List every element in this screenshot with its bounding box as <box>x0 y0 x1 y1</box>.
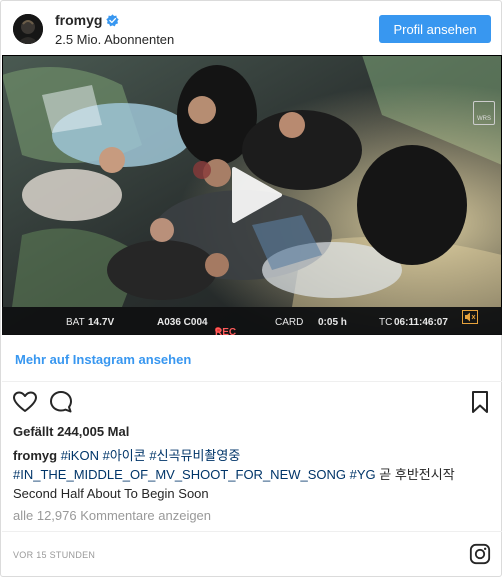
username[interactable]: fromyg <box>55 12 102 28</box>
avatar[interactable] <box>13 14 43 44</box>
camera-hud: BAT 14.7V A036 C004 REC CARD 0:05 h TC 0… <box>2 307 502 335</box>
post-video[interactable]: WRS BAT 14.7V A036 C004 REC CARD 0:05 h … <box>2 55 502 335</box>
hud-timecode: 06:11:46:07 <box>394 317 448 328</box>
caption-line-2: #IN_THE_MIDDLE_OF_MV_SHOOT_FOR_NEW_SONG … <box>13 465 491 484</box>
subscriber-count: 2.5 Mio. Abonnenten <box>55 32 175 47</box>
caption-korean-text: 곧 후반전시작 <box>379 467 455 482</box>
hud-card-label: CARD <box>275 317 304 328</box>
hashtag-link[interactable]: #YG <box>350 467 376 482</box>
view-profile-button[interactable]: Profil ansehen <box>379 15 491 43</box>
hud-bat-value: 14.7V <box>88 317 115 328</box>
play-icon[interactable] <box>222 163 286 227</box>
hashtag-link[interactable]: #신곡뮤비촬영중 <box>149 448 240 463</box>
instagram-embed-card: fromyg 2.5 Mio. Abonnenten Profil ansehe… <box>0 0 502 577</box>
speaker-muted-icon[interactable] <box>462 310 478 324</box>
post-timestamp[interactable]: VOR 15 STUNDEN <box>13 550 95 560</box>
bookmark-outline-icon[interactable] <box>467 389 493 415</box>
divider <box>2 381 502 382</box>
hud-clip: A036 C004 <box>157 317 208 328</box>
view-more-on-instagram-link[interactable]: Mehr auf Instagram ansehen <box>15 352 191 367</box>
hud-duration: 0:05 h <box>318 317 347 328</box>
hashtag-link[interactable]: #IN_THE_MIDDLE_OF_MV_SHOOT_FOR_NEW_SONG <box>13 467 346 482</box>
post-caption: fromyg #iKON #아이콘 #신곡뮤비촬영중 #IN_THE_MIDDL… <box>13 446 491 503</box>
post-header: fromyg 2.5 Mio. Abonnenten Profil ansehe… <box>1 1 501 55</box>
comment-bubble-icon[interactable] <box>48 389 74 415</box>
instagram-logo-icon[interactable] <box>469 543 491 565</box>
view-all-comments-link[interactable]: alle 12,976 Kommentare anzeigen <box>13 508 211 523</box>
wrs-indicator: WRS <box>473 101 495 125</box>
hud-tc-label: TC <box>379 317 393 328</box>
verified-badge-icon <box>106 13 120 26</box>
caption-line-1: fromyg #iKON #아이콘 #신곡뮤비촬영중 <box>13 446 491 465</box>
caption-username[interactable]: fromyg <box>13 448 57 463</box>
hashtag-link[interactable]: #아이콘 <box>103 448 146 463</box>
heart-outline-icon[interactable] <box>12 389 38 415</box>
like-count[interactable]: Gefällt 244,005 Mal <box>13 424 129 439</box>
divider <box>2 531 502 532</box>
hashtag-link[interactable]: #iKON <box>61 448 99 463</box>
caption-english-text: Second Half About To Begin Soon <box>13 486 209 501</box>
hud-rec-label: REC <box>215 327 237 335</box>
username-row: fromyg <box>55 12 120 28</box>
hud-bat-label: BAT <box>66 317 85 328</box>
